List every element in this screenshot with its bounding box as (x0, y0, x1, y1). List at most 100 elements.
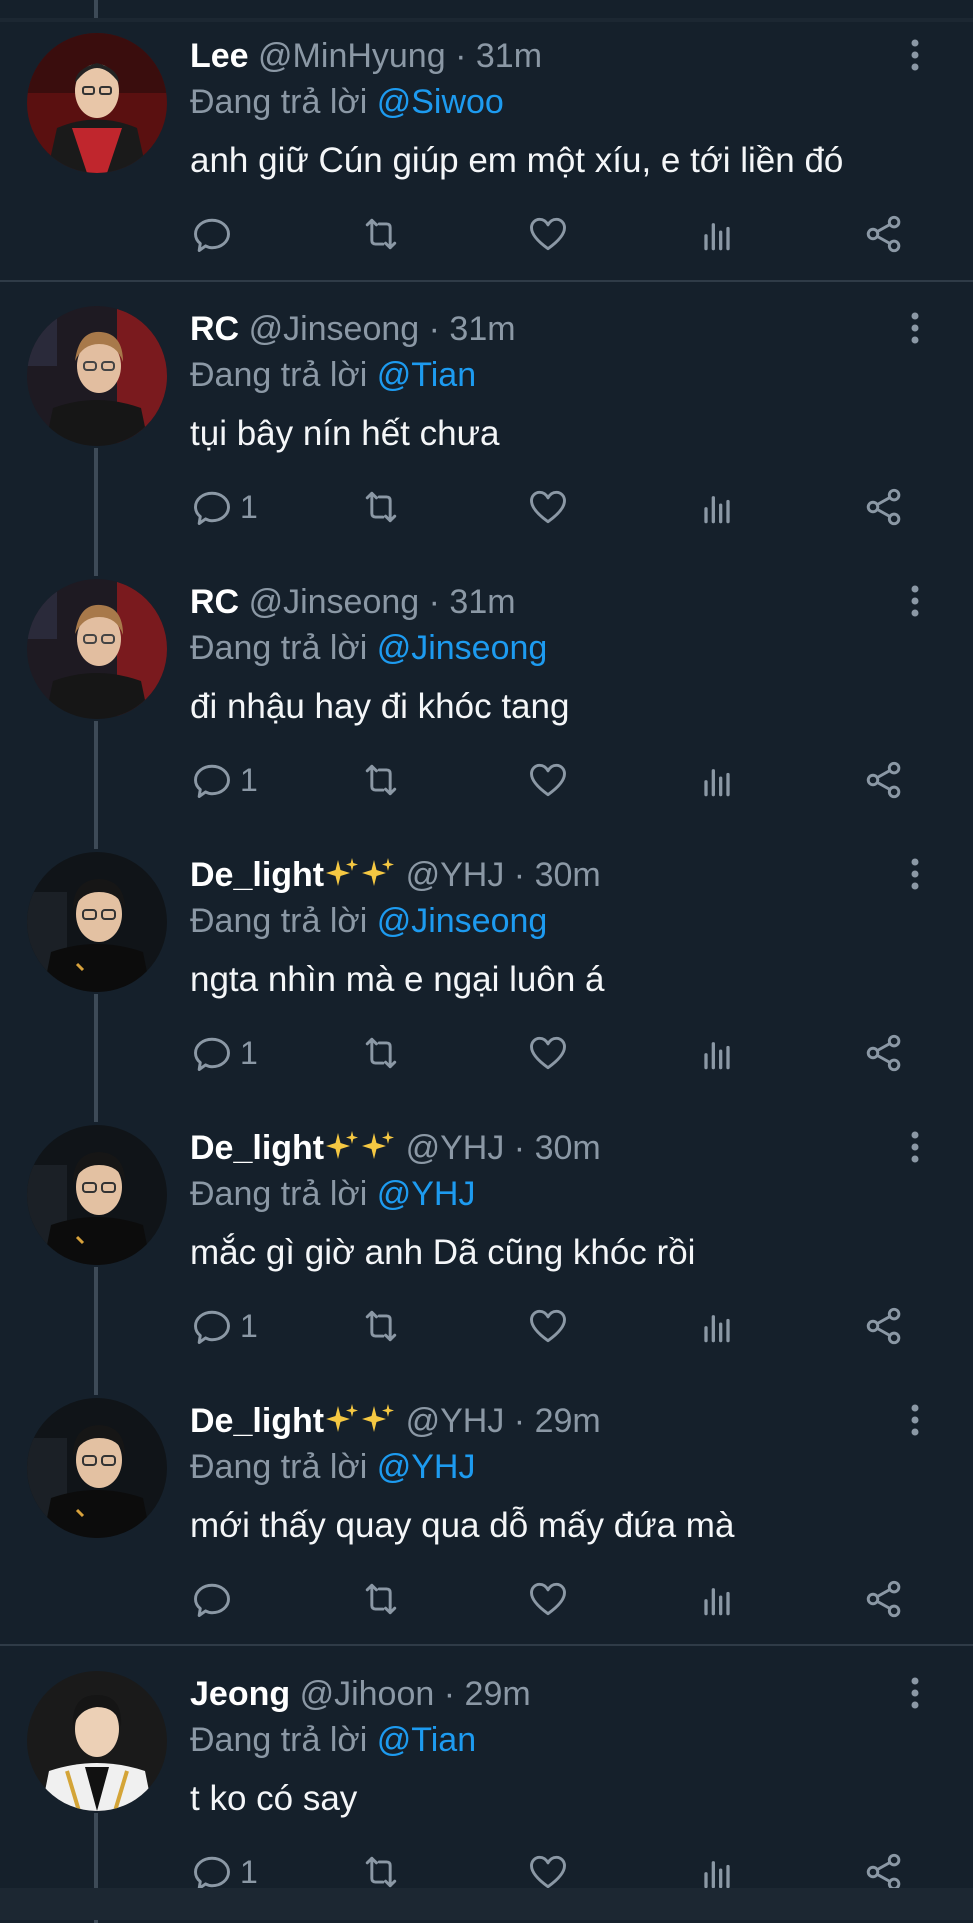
more-options-icon[interactable] (900, 854, 930, 894)
view-stats-button[interactable] (695, 210, 739, 258)
user-handle[interactable]: @YHJ (406, 1402, 505, 1440)
display-name[interactable]: De_light (190, 1402, 324, 1440)
more-options-icon[interactable] (900, 1400, 930, 1440)
display-name[interactable]: Lee (190, 37, 249, 75)
tweet-7[interactable]: Jeong @Jihoon · 29m Đang trả lời @Tian t… (0, 1638, 973, 1923)
reply-mention-link[interactable]: @Tian (377, 1721, 476, 1759)
like-button[interactable] (526, 1029, 570, 1077)
reply-mention-link[interactable]: @Jinseong (377, 629, 548, 667)
more-options-icon[interactable] (900, 1673, 930, 1713)
heart-icon (530, 490, 566, 524)
avatar[interactable] (27, 579, 167, 719)
retweet-button[interactable] (358, 210, 404, 258)
reply-icon (194, 491, 230, 525)
avatar[interactable] (27, 852, 167, 992)
heart-icon (530, 217, 566, 251)
retweet-button[interactable] (358, 1575, 404, 1623)
reply-mention-link[interactable]: @Tian (377, 356, 476, 394)
retweet-button[interactable] (358, 1029, 404, 1077)
analytics-icon (704, 1042, 730, 1070)
tweet-text: mới thấy quay qua dỗ mấy đứa mà (190, 1506, 735, 1545)
user-handle[interactable]: @Jinseong (249, 583, 420, 621)
reply-button[interactable]: 1 (190, 1029, 258, 1077)
reply-count: 1 (240, 1853, 258, 1890)
thread-line (94, 546, 98, 576)
user-handle[interactable]: @MinHyung (258, 37, 446, 75)
share-button[interactable] (862, 210, 906, 258)
reply-mention-link[interactable]: @YHJ (377, 1448, 476, 1486)
reply-button[interactable]: 1 (190, 756, 258, 804)
user-handle[interactable]: @Jihoon (300, 1675, 435, 1713)
tweet-4[interactable]: De_light @YHJ · 30m Đang trả lời @Jinseo… (0, 819, 973, 1092)
reply-button[interactable]: 1 (190, 1302, 258, 1350)
timestamp[interactable]: 31m (476, 37, 542, 75)
like-button[interactable] (526, 1302, 570, 1350)
share-icon (866, 761, 901, 799)
avatar[interactable] (27, 1671, 167, 1811)
like-button[interactable] (526, 1575, 570, 1623)
tweet-1[interactable]: Lee @MinHyung · 31m Đang trả lời @Siwoo … (0, 0, 973, 273)
view-stats-button[interactable] (695, 1302, 739, 1350)
tweet-header: De_light @YHJ · 30m (190, 855, 601, 895)
display-name[interactable]: RC (190, 583, 239, 621)
display-name[interactable]: Jeong (190, 1675, 290, 1713)
display-name[interactable]: RC (190, 310, 239, 348)
reply-button[interactable] (190, 210, 240, 258)
retweet-button[interactable] (358, 1302, 404, 1350)
avatar[interactable] (27, 306, 167, 446)
avatar[interactable] (27, 1398, 167, 1538)
tweet-actions (0, 210, 973, 258)
timestamp[interactable]: 29m (465, 1675, 531, 1713)
reply-mention-link[interactable]: @Jinseong (377, 902, 548, 940)
sparkles-emoji-icon (362, 1131, 395, 1159)
timestamp[interactable]: 30m (535, 856, 601, 894)
avatar[interactable] (27, 33, 167, 173)
display-name[interactable]: De_light (190, 856, 324, 894)
user-handle[interactable]: @Jinseong (249, 310, 420, 348)
avatar[interactable] (27, 1125, 167, 1265)
reply-mention-link[interactable]: @YHJ (377, 1175, 476, 1213)
timestamp[interactable]: 29m (535, 1402, 601, 1440)
reply-count: 1 (240, 1034, 258, 1071)
share-icon (866, 215, 901, 253)
view-stats-button[interactable] (695, 756, 739, 804)
like-button[interactable] (526, 210, 570, 258)
like-button[interactable] (526, 756, 570, 804)
reply-mention-link[interactable]: @Siwoo (377, 83, 504, 121)
retweet-button[interactable] (358, 483, 404, 531)
like-button[interactable] (526, 483, 570, 531)
user-handle[interactable]: @YHJ (406, 856, 505, 894)
replying-to: Đang trả lời @Jinseong (190, 901, 547, 941)
more-options-icon[interactable] (900, 35, 930, 75)
timestamp[interactable]: 30m (535, 1129, 601, 1167)
view-stats-button[interactable] (695, 1029, 739, 1077)
display-name[interactable]: De_light (190, 1129, 324, 1167)
share-button[interactable] (862, 483, 906, 531)
more-options-icon[interactable] (900, 1127, 930, 1167)
retweet-button[interactable] (358, 756, 404, 804)
share-button[interactable] (862, 1575, 906, 1623)
more-options-icon[interactable] (900, 581, 930, 621)
share-button[interactable] (862, 1302, 906, 1350)
tweet-3[interactable]: RC @Jinseong · 31m Đang trả lời @Jinseon… (0, 546, 973, 819)
replying-to-label: Đang trả lời (190, 1175, 377, 1213)
reply-count: 1 (240, 488, 258, 525)
separator-dot: · (428, 310, 440, 348)
reply-button[interactable] (190, 1575, 240, 1623)
separator-dot: · (443, 1675, 456, 1713)
view-stats-button[interactable] (695, 1575, 739, 1623)
reply-button[interactable]: 1 (190, 483, 258, 531)
view-stats-button[interactable] (695, 483, 739, 531)
tweet-5[interactable]: De_light @YHJ · 30m Đang trả lời @YHJ mắ… (0, 1092, 973, 1365)
share-button[interactable] (862, 756, 906, 804)
tweet-2[interactable]: RC @Jinseong · 31m Đang trả lời @Tian tụ… (0, 273, 973, 546)
sparkles-emoji-icon (362, 858, 395, 886)
user-handle[interactable]: @YHJ (406, 1129, 505, 1167)
share-button[interactable] (862, 1029, 906, 1077)
replying-to-label: Đang trả lời (190, 83, 377, 121)
tweet-6[interactable]: De_light @YHJ · 29m Đang trả lời @YHJ mớ… (0, 1365, 973, 1638)
timestamp[interactable]: 31m (449, 583, 515, 621)
timestamp[interactable]: 31m (449, 310, 515, 348)
replying-to: Đang trả lời @Tian (190, 355, 476, 395)
more-options-icon[interactable] (900, 308, 930, 348)
